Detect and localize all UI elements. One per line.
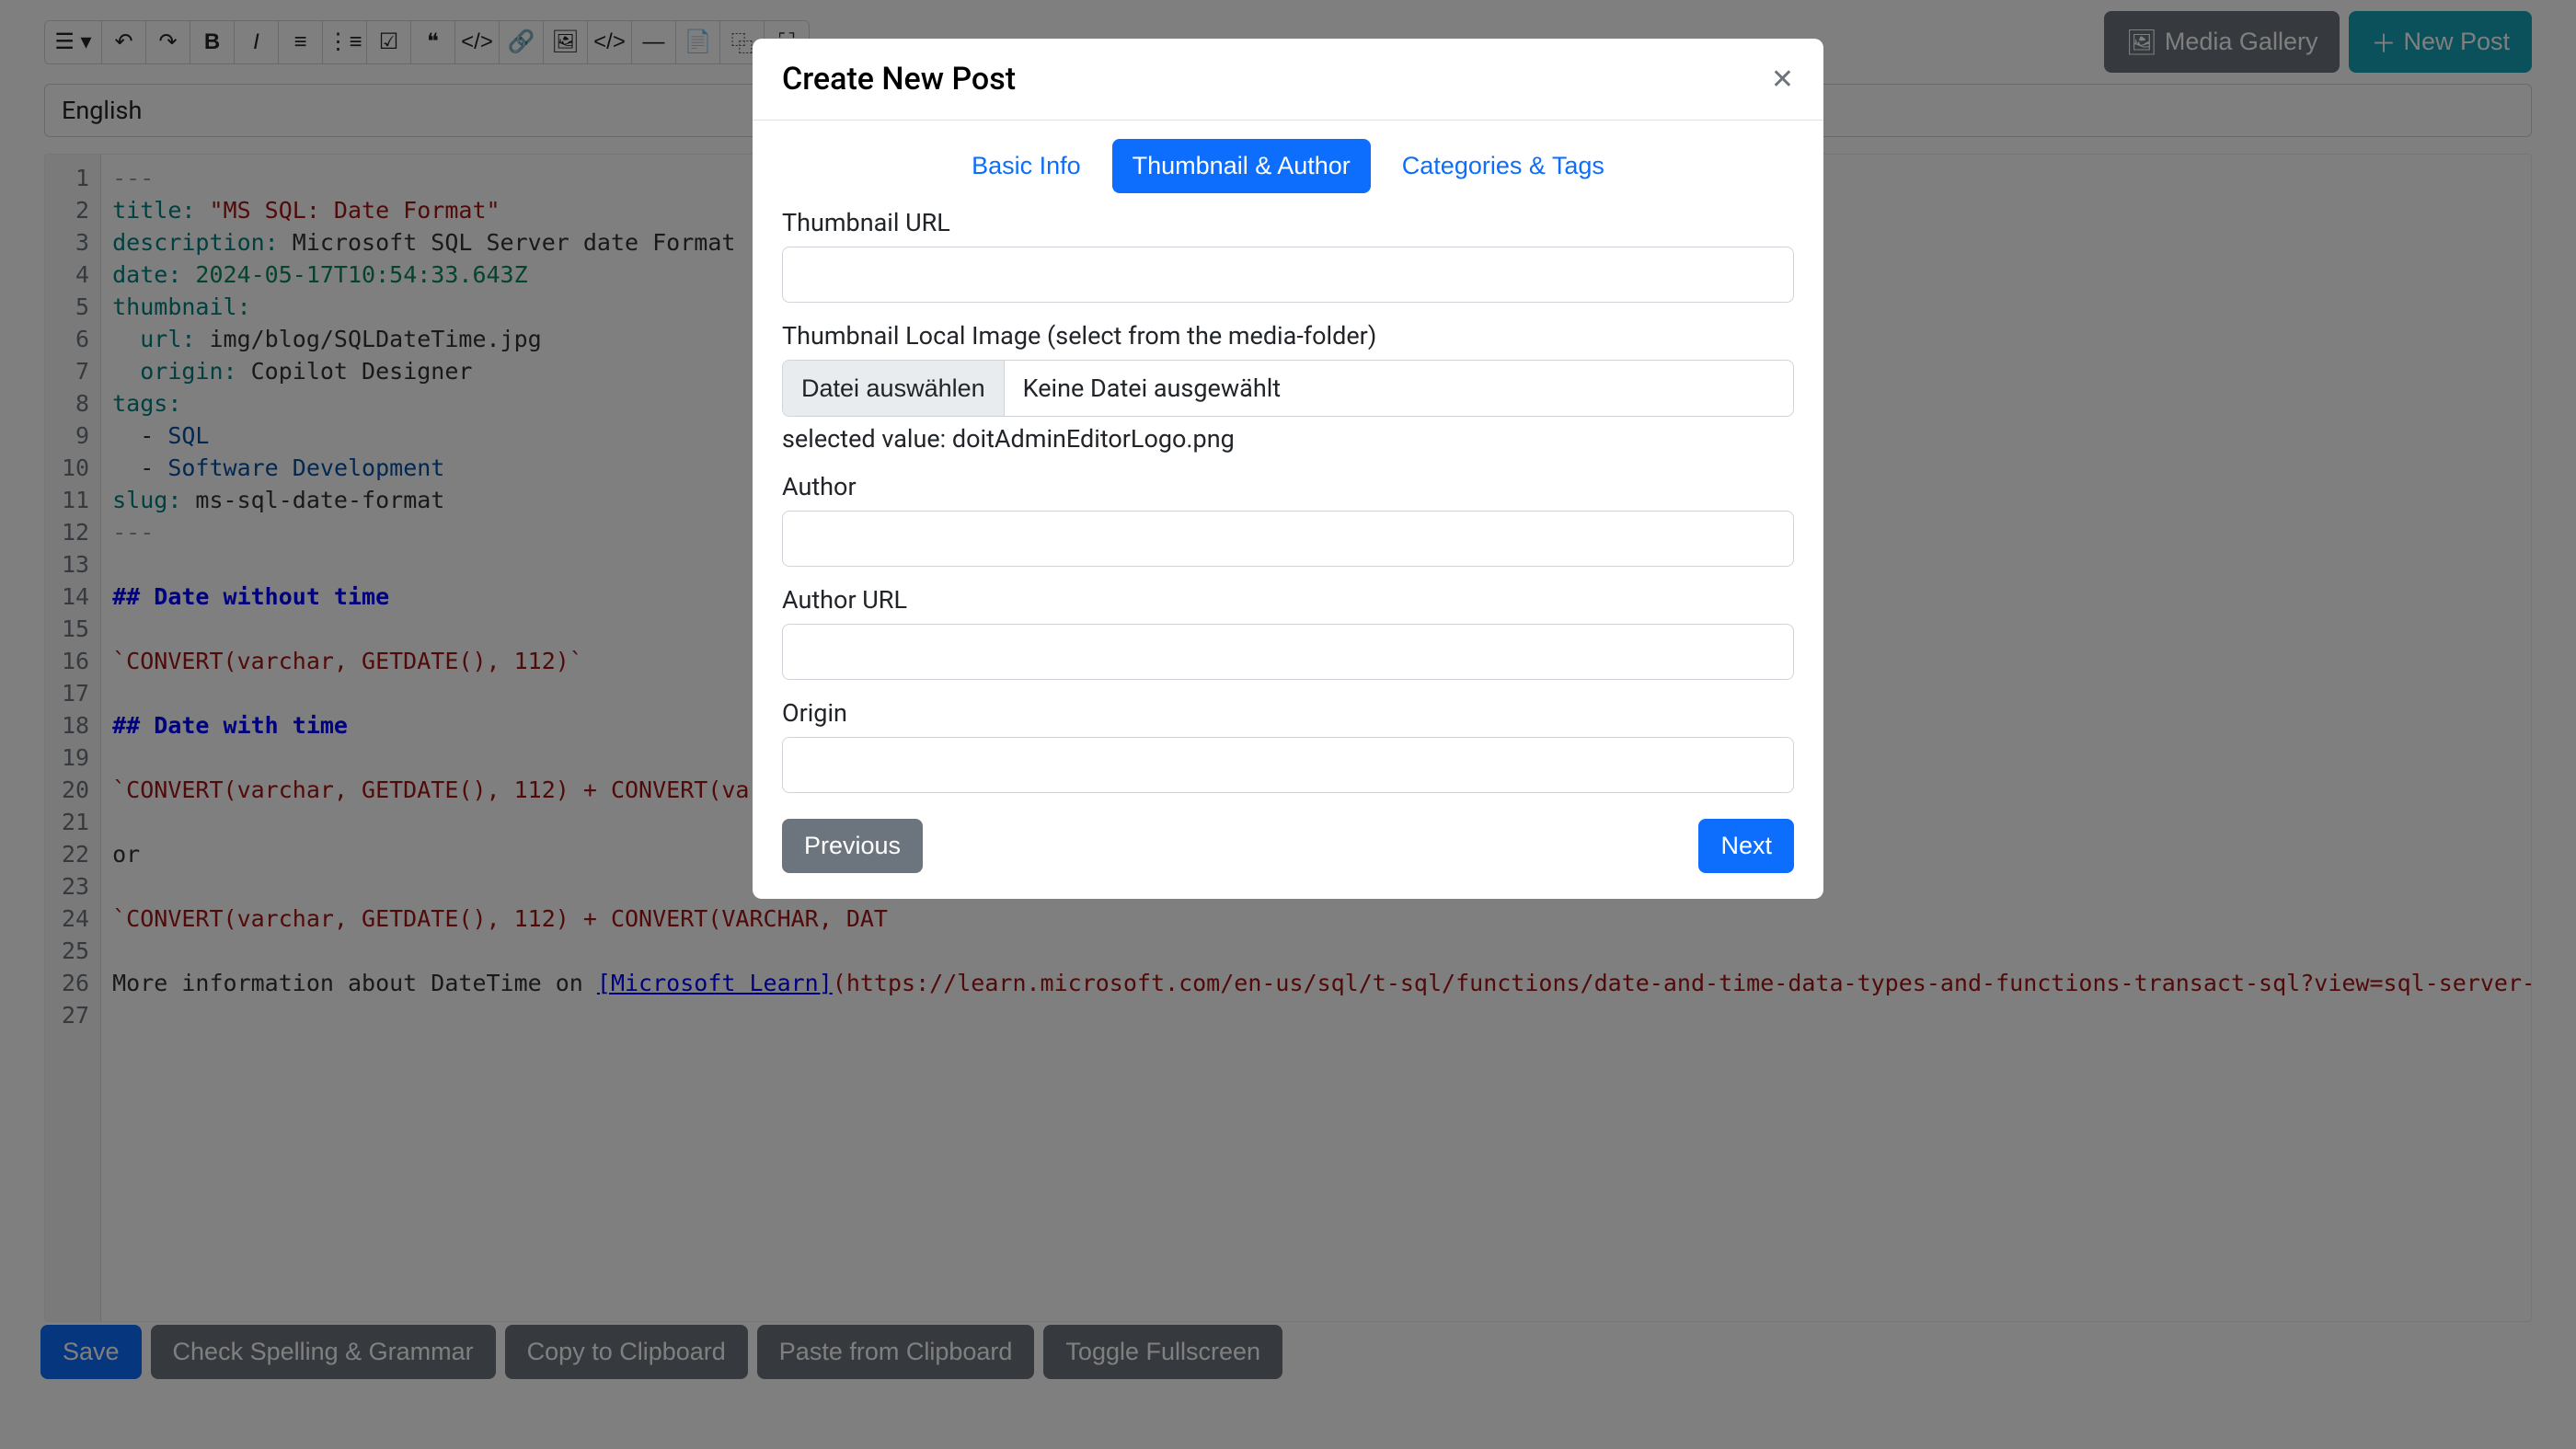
tab-categories-tags[interactable]: Categories & Tags	[1382, 139, 1625, 193]
next-button[interactable]: Next	[1698, 819, 1794, 873]
modal-footer: Previous Next	[782, 811, 1794, 877]
origin-group: Origin	[782, 698, 1794, 793]
author-url-input[interactable]	[782, 624, 1794, 680]
author-url-label: Author URL	[782, 585, 1794, 615]
origin-label: Origin	[782, 698, 1794, 728]
modal-title: Create New Post	[782, 61, 1016, 98]
create-post-modal: Create New Post ✕ Basic Info Thumbnail &…	[753, 39, 1823, 899]
author-group: Author	[782, 472, 1794, 567]
thumbnail-url-label: Thumbnail URL	[782, 208, 1794, 237]
modal-close-button[interactable]: ✕	[1771, 63, 1794, 96]
thumbnail-url-group: Thumbnail URL	[782, 208, 1794, 303]
thumbnail-url-input[interactable]	[782, 247, 1794, 303]
modal-tabs: Basic Info Thumbnail & Author Categories…	[753, 121, 1823, 208]
close-icon: ✕	[1771, 64, 1794, 95]
thumbnail-local-label: Thumbnail Local Image (select from the m…	[782, 321, 1794, 351]
previous-button[interactable]: Previous	[782, 819, 923, 873]
tab-thumbnail-author[interactable]: Thumbnail & Author	[1112, 139, 1371, 193]
file-choose-button[interactable]: Datei auswählen	[783, 361, 1005, 416]
modal-overlay[interactable]: Create New Post ✕ Basic Info Thumbnail &…	[0, 0, 2576, 1449]
origin-input[interactable]	[782, 737, 1794, 793]
modal-header: Create New Post ✕	[753, 39, 1823, 121]
author-label: Author	[782, 472, 1794, 501]
author-url-group: Author URL	[782, 585, 1794, 680]
selected-value-text: selected value: doitAdminEditorLogo.png	[782, 424, 1794, 454]
modal-body: Thumbnail URL Thumbnail Local Image (sel…	[753, 208, 1823, 899]
thumbnail-local-group: Thumbnail Local Image (select from the m…	[782, 321, 1794, 454]
tab-basic-info[interactable]: Basic Info	[951, 139, 1101, 193]
file-none-text: Keine Datei ausgewählt	[1005, 361, 1793, 416]
thumbnail-file-input[interactable]: Datei auswählen Keine Datei ausgewählt	[782, 360, 1794, 417]
author-input[interactable]	[782, 511, 1794, 567]
